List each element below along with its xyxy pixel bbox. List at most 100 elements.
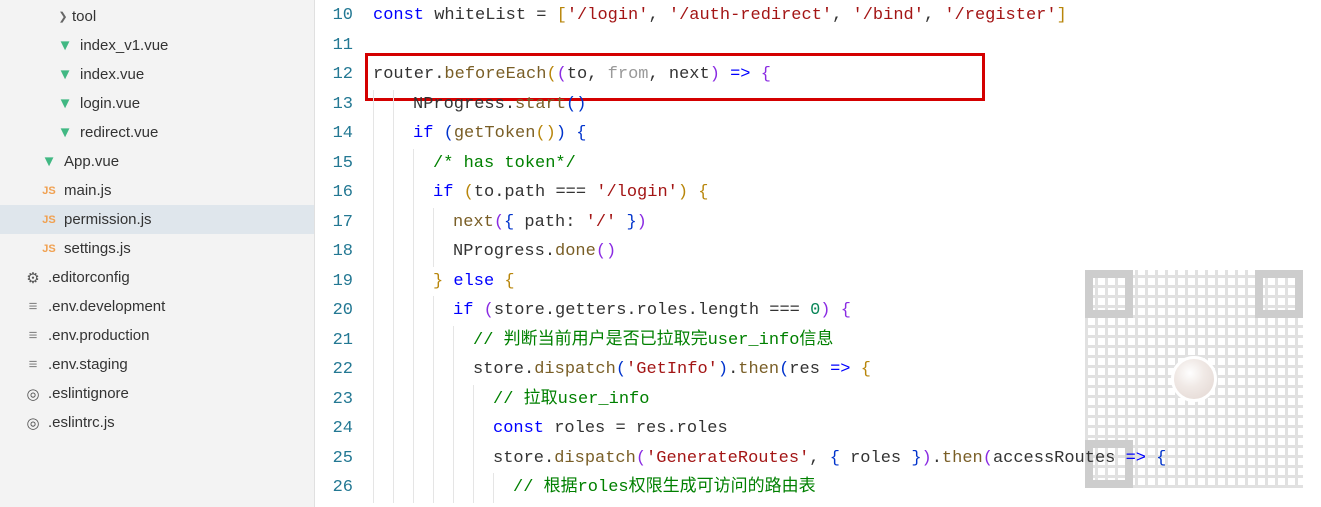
code-token: {: [830, 449, 840, 468]
file-tree-item[interactable]: ▼login.vue: [0, 89, 314, 118]
code-token: [1146, 449, 1156, 468]
code-token: done: [555, 242, 596, 261]
code-token: (: [484, 301, 494, 320]
code-area[interactable]: const whiteList = ['/login', '/auth-redi…: [373, 0, 1321, 507]
code-line[interactable]: store.dispatch('GetInfo').then(res => {: [373, 355, 1321, 385]
code-editor[interactable]: 1011121314151617181920212223242526 const…: [315, 0, 1321, 507]
code-token: // 拉取user_info: [493, 390, 649, 409]
code-line[interactable]: // 判断当前用户是否已拉取完user_info信息: [373, 326, 1321, 356]
eslint-icon: ◎: [24, 414, 42, 432]
code-token: [443, 272, 453, 291]
code-token: beforeEach: [444, 65, 546, 84]
file-tree-item[interactable]: ❯tool: [0, 2, 314, 31]
line-number-gutter: 1011121314151617181920212223242526: [315, 0, 373, 507]
code-token: (: [494, 213, 504, 232]
code-token: :: [565, 213, 585, 232]
line-number: 26: [315, 473, 353, 503]
vue-file-icon: ▼: [56, 37, 74, 54]
code-token: res: [789, 360, 830, 379]
line-number: 17: [315, 208, 353, 238]
code-token: '/': [586, 213, 617, 232]
file-tree-item[interactable]: ▼redirect.vue: [0, 118, 314, 147]
code-token: (: [616, 360, 626, 379]
code-token: =>: [720, 65, 761, 84]
code-token: ===: [769, 301, 810, 320]
code-token: to.path: [474, 183, 556, 202]
code-token: ): [718, 360, 728, 379]
file-tree-item[interactable]: ▼App.vue: [0, 147, 314, 176]
code-token: ): [820, 301, 830, 320]
code-token: ,: [648, 65, 668, 84]
vue-file-icon: ▼: [56, 124, 74, 141]
code-token: ): [678, 183, 688, 202]
code-line[interactable]: const roles = res.roles: [373, 414, 1321, 444]
code-token: store.: [473, 360, 534, 379]
code-line[interactable]: NProgress.done(): [373, 237, 1321, 267]
code-token: [616, 213, 626, 232]
line-number: 11: [315, 31, 353, 61]
line-number: 14: [315, 119, 353, 149]
file-tree-item[interactable]: JSmain.js: [0, 176, 314, 205]
code-line[interactable]: NProgress.start(): [373, 90, 1321, 120]
code-line[interactable]: // 拉取user_info: [373, 385, 1321, 415]
code-token: [453, 183, 463, 202]
file-tree-item[interactable]: JSpermission.js: [0, 205, 314, 234]
code-line[interactable]: // 根据roles权限生成可访问的路由表: [373, 473, 1321, 503]
code-token: then: [942, 449, 983, 468]
env-file-icon: ≡: [24, 356, 42, 373]
code-token: roles: [544, 419, 615, 438]
code-token: [433, 124, 443, 143]
line-number: 24: [315, 414, 353, 444]
file-tree-item[interactable]: JSsettings.js: [0, 234, 314, 263]
file-explorer[interactable]: ❯tool▼index_v1.vue▼index.vue▼login.vue▼r…: [0, 0, 315, 507]
file-tree-item[interactable]: ⚙.editorconfig: [0, 263, 314, 292]
file-tree-item[interactable]: ◎.eslintrc.js: [0, 408, 314, 437]
code-token: ): [556, 124, 566, 143]
code-token: (: [535, 124, 545, 143]
code-token: router.: [373, 65, 444, 84]
code-token: .: [728, 360, 738, 379]
code-token: ): [576, 95, 586, 114]
code-token: (: [983, 449, 993, 468]
file-tree-item[interactable]: ▼index.vue: [0, 60, 314, 89]
file-tree-item[interactable]: ≡.env.development: [0, 292, 314, 321]
file-tree-item[interactable]: ▼index_v1.vue: [0, 31, 314, 60]
chevron-right-icon: ❯: [56, 10, 70, 23]
code-line[interactable]: next({ path: '/' }): [373, 208, 1321, 238]
code-token: '/auth-redirect': [669, 6, 832, 25]
line-number: 15: [315, 149, 353, 179]
code-token: '/register': [944, 6, 1056, 25]
code-line[interactable]: const whiteList = ['/login', '/auth-redi…: [373, 1, 1321, 31]
file-label: index.vue: [80, 66, 144, 83]
code-line[interactable]: /* has token*/: [373, 149, 1321, 179]
code-token: store.: [493, 449, 554, 468]
code-line[interactable]: router.beforeEach((to, from, next) => {: [373, 60, 1321, 90]
file-label: .eslintignore: [48, 385, 129, 402]
code-token: [566, 124, 576, 143]
line-number: 23: [315, 385, 353, 415]
code-token: {: [761, 65, 771, 84]
code-token: {: [861, 360, 871, 379]
code-line[interactable]: [373, 31, 1321, 61]
code-line[interactable]: if (getToken()) {: [373, 119, 1321, 149]
code-token: '/login': [596, 183, 678, 202]
file-label: .env.development: [48, 298, 165, 315]
code-token: {: [841, 301, 851, 320]
code-line[interactable]: } else {: [373, 267, 1321, 297]
code-line[interactable]: if (store.getters.roles.length === 0) {: [373, 296, 1321, 326]
code-token: res.roles: [636, 419, 728, 438]
file-label: login.vue: [80, 95, 140, 112]
code-token: ): [546, 124, 556, 143]
code-token: then: [738, 360, 779, 379]
file-tree-item[interactable]: ◎.eslintignore: [0, 379, 314, 408]
code-line[interactable]: store.dispatch('GenerateRoutes', { roles…: [373, 444, 1321, 474]
code-token: from: [608, 65, 649, 84]
file-label: main.js: [64, 182, 112, 199]
code-token: path: [514, 213, 565, 232]
code-token: NProgress.: [413, 95, 515, 114]
file-label: App.vue: [64, 153, 119, 170]
file-tree-item[interactable]: ≡.env.staging: [0, 350, 314, 379]
code-line[interactable]: if (to.path === '/login') {: [373, 178, 1321, 208]
file-tree-item[interactable]: ≡.env.production: [0, 321, 314, 350]
line-number: 13: [315, 90, 353, 120]
